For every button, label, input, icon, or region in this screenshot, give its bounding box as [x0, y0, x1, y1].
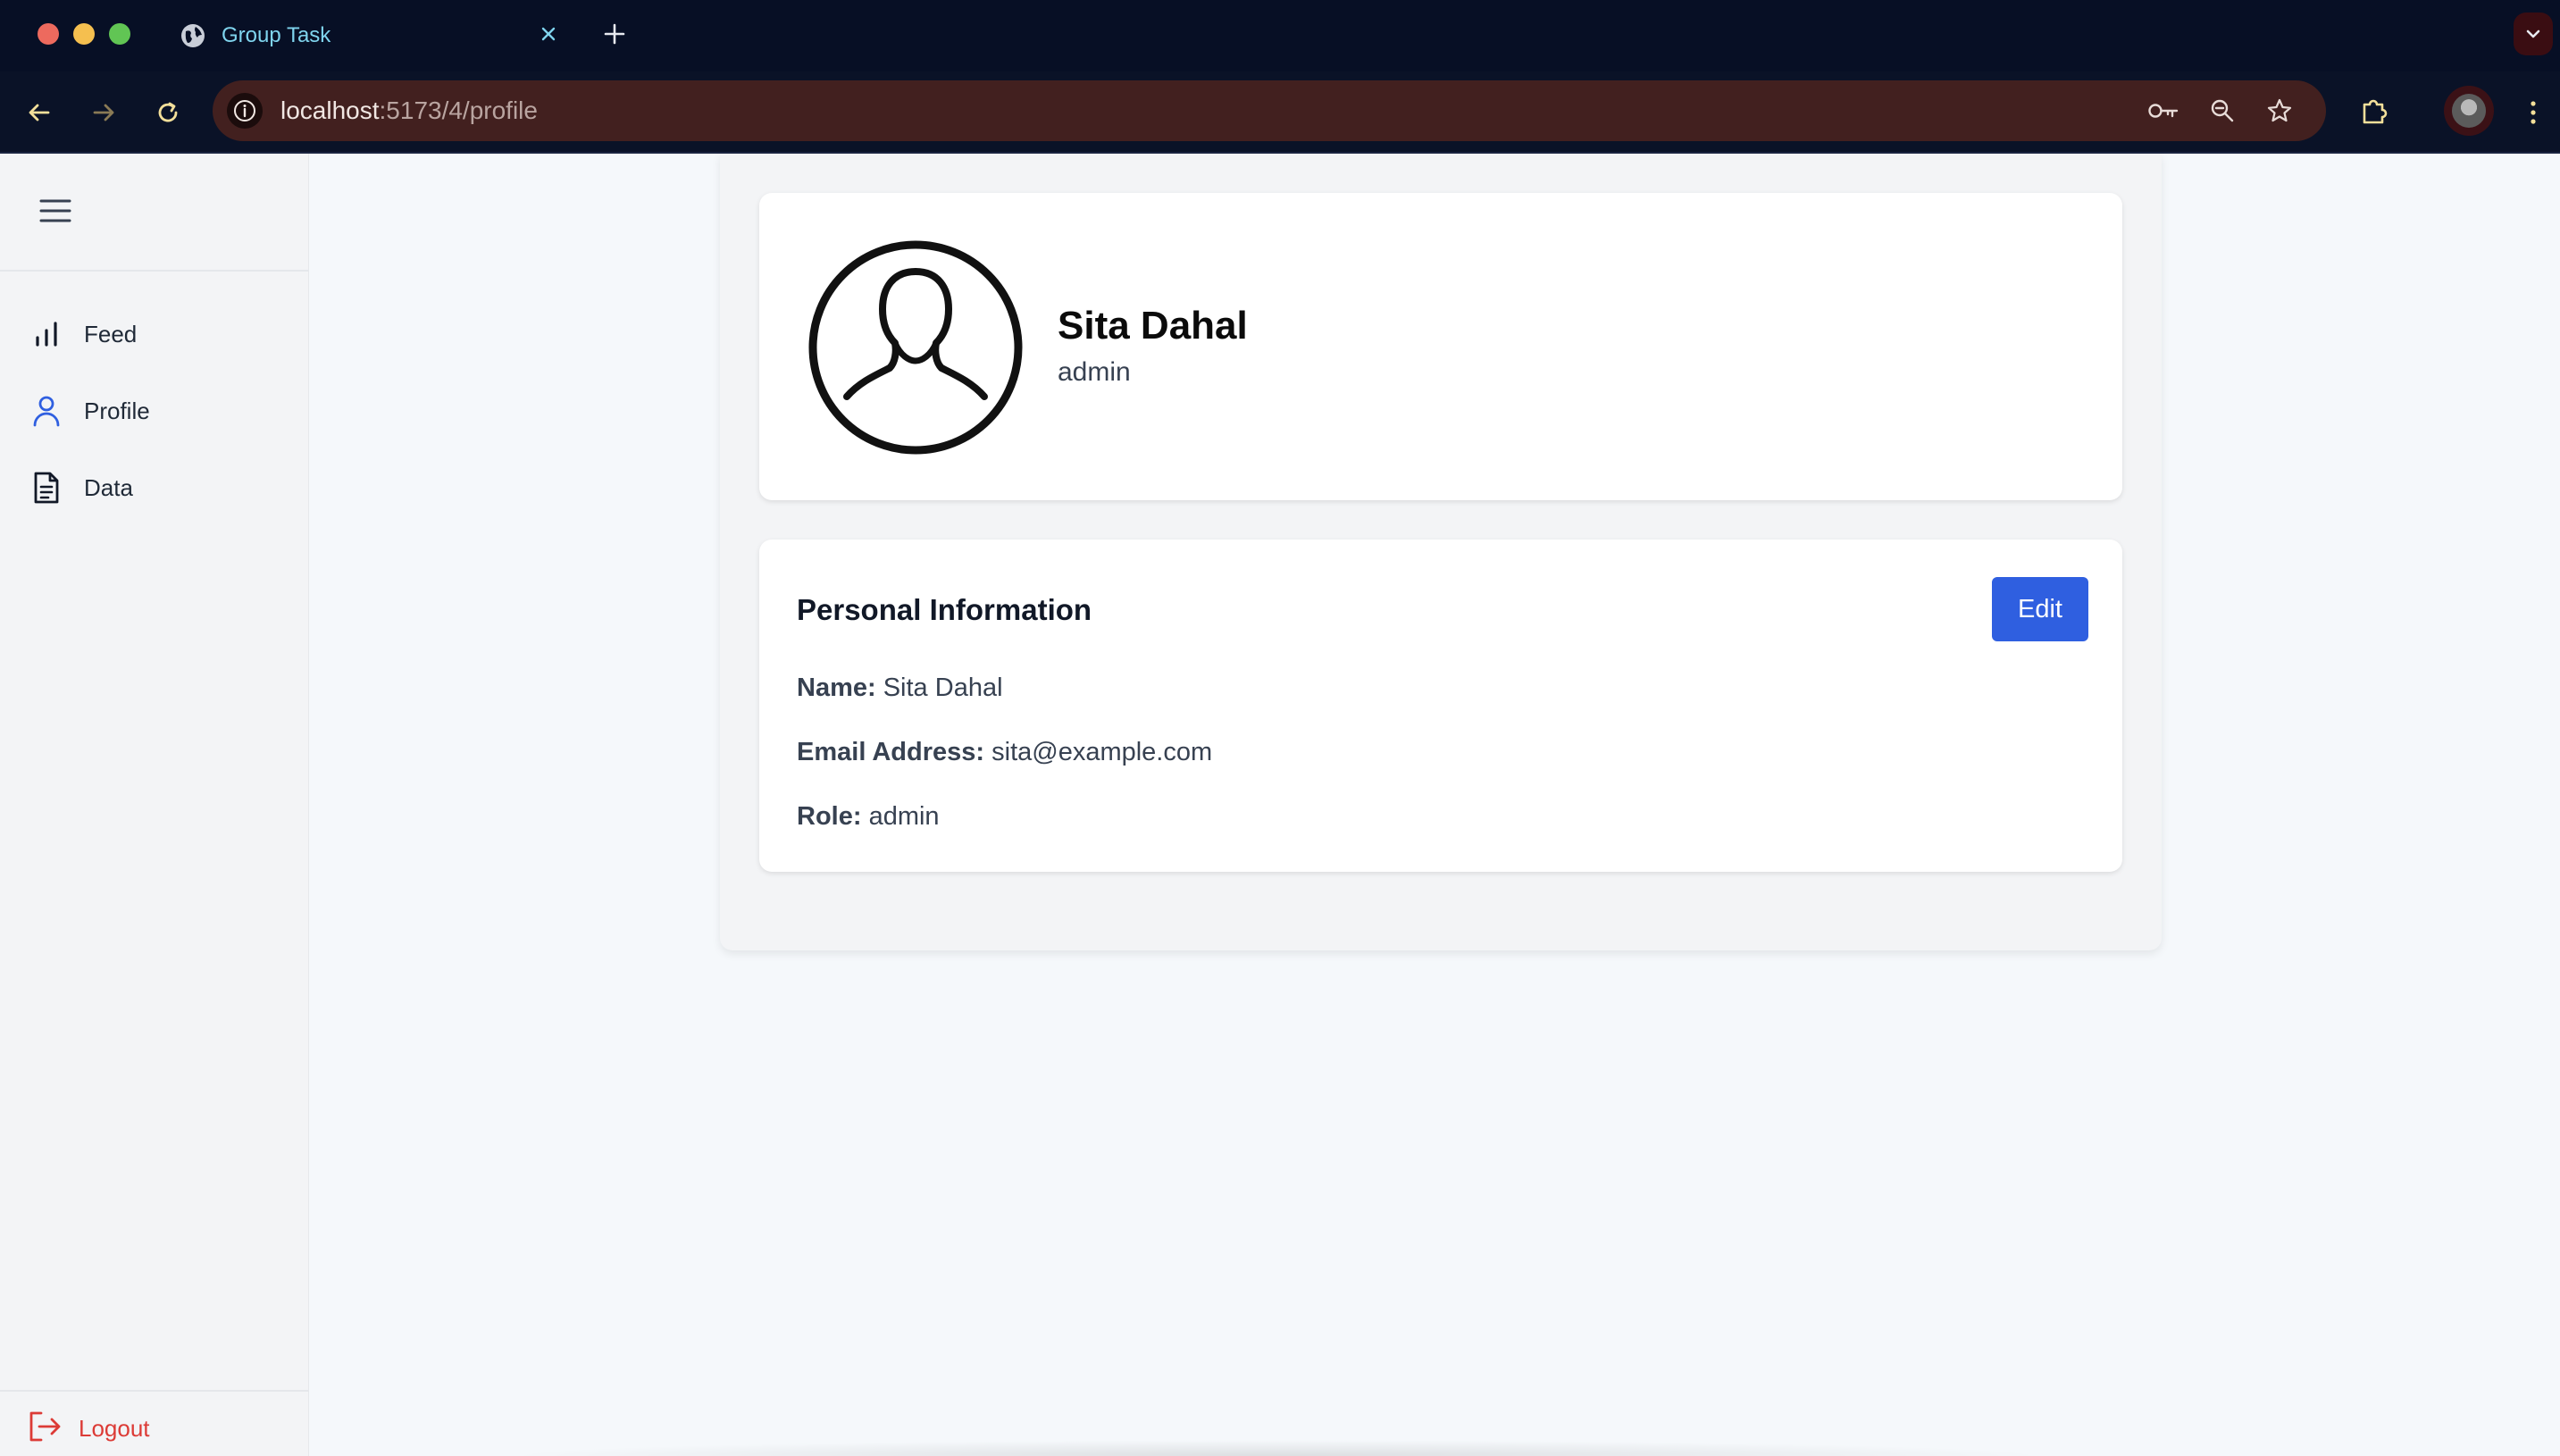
info-row-email: Email Address: sita@example.com	[797, 738, 1212, 767]
avatar	[2452, 94, 2486, 128]
address-bar[interactable]: localhost:5173/4/profile	[213, 80, 2326, 141]
key-icon[interactable]	[2147, 95, 2179, 127]
globe-icon	[179, 21, 207, 50]
sidebar-item-label: Data	[84, 473, 133, 501]
section-title: Personal Information	[797, 593, 1092, 626]
star-icon[interactable]	[2263, 95, 2296, 127]
field-label: Role:	[797, 802, 862, 831]
sidebar-divider	[0, 1390, 309, 1392]
logout-button[interactable]: Logout	[27, 1406, 150, 1451]
info-row-name: Name: Sita Dahal	[797, 674, 1003, 703]
sidebar-item-label: Profile	[84, 397, 150, 424]
info-row-role: Role: admin	[797, 802, 940, 832]
chevron-down-icon[interactable]	[2514, 13, 2553, 55]
document-icon	[27, 468, 66, 507]
arrow-right-icon[interactable]	[82, 91, 125, 134]
logout-label: Logout	[79, 1414, 150, 1442]
profile-panel: Sita Dahal admin Personal Information Ed…	[720, 154, 2162, 950]
profile-header-card: Sita Dahal admin	[759, 193, 2122, 500]
user-icon	[27, 391, 66, 431]
sidebar-item-label: Feed	[84, 320, 138, 347]
field-value: sita@example.com	[991, 738, 1213, 766]
puzzle-icon[interactable]	[2355, 91, 2394, 130]
page-content: Feed Profile Data Logout Sita Dahal admi…	[0, 154, 2560, 1456]
field-value: Sita Dahal	[883, 674, 1003, 702]
info-icon[interactable]	[227, 93, 263, 129]
browser-profile-avatar[interactable]	[2444, 86, 2494, 136]
browser-window: Group Task localhost:5173/4/profile Feed…	[0, 0, 2560, 1456]
menu-icon[interactable]	[38, 193, 73, 229]
profile-role: admin	[1058, 357, 1131, 387]
url-path: :5173/4/profile	[379, 96, 538, 124]
plus-icon[interactable]	[598, 18, 631, 50]
reload-icon[interactable]	[146, 91, 189, 134]
close-icon[interactable]	[534, 20, 563, 48]
bar-chart-icon	[27, 314, 66, 354]
profile-name: Sita Dahal	[1058, 304, 1248, 347]
sidebar-item-feed[interactable]: Feed	[27, 307, 286, 361]
personal-info-card: Personal Information Edit Name: Sita Dah…	[759, 540, 2122, 872]
edit-button[interactable]: Edit	[1992, 577, 2088, 641]
kebab-icon[interactable]	[2517, 93, 2549, 132]
arrow-left-icon[interactable]	[18, 91, 61, 134]
close-window-button[interactable]	[38, 23, 59, 45]
user-avatar-icon	[807, 239, 1024, 456]
scroll-shadow	[500, 1440, 2054, 1456]
minimize-window-button[interactable]	[73, 23, 95, 45]
tab-title: Group Task	[222, 23, 331, 47]
browser-tab[interactable]: Group Task	[164, 9, 575, 71]
url-host: localhost	[280, 96, 380, 124]
browser-titlebar: Group Task	[0, 0, 2560, 71]
field-label: Name:	[797, 674, 876, 702]
sidebar-item-data[interactable]: Data	[27, 461, 286, 515]
logout-icon	[27, 1410, 63, 1447]
sidebar: Feed Profile Data Logout	[0, 154, 309, 1456]
zoom-icon[interactable]	[2206, 95, 2238, 127]
field-label: Email Address:	[797, 738, 985, 766]
sidebar-item-profile[interactable]: Profile	[27, 384, 286, 438]
field-value: admin	[868, 802, 940, 831]
browser-toolbar: localhost:5173/4/profile	[0, 71, 2560, 154]
maximize-window-button[interactable]	[109, 23, 130, 45]
sidebar-divider	[0, 270, 309, 272]
url-text[interactable]: localhost:5173/4/profile	[280, 96, 538, 125]
